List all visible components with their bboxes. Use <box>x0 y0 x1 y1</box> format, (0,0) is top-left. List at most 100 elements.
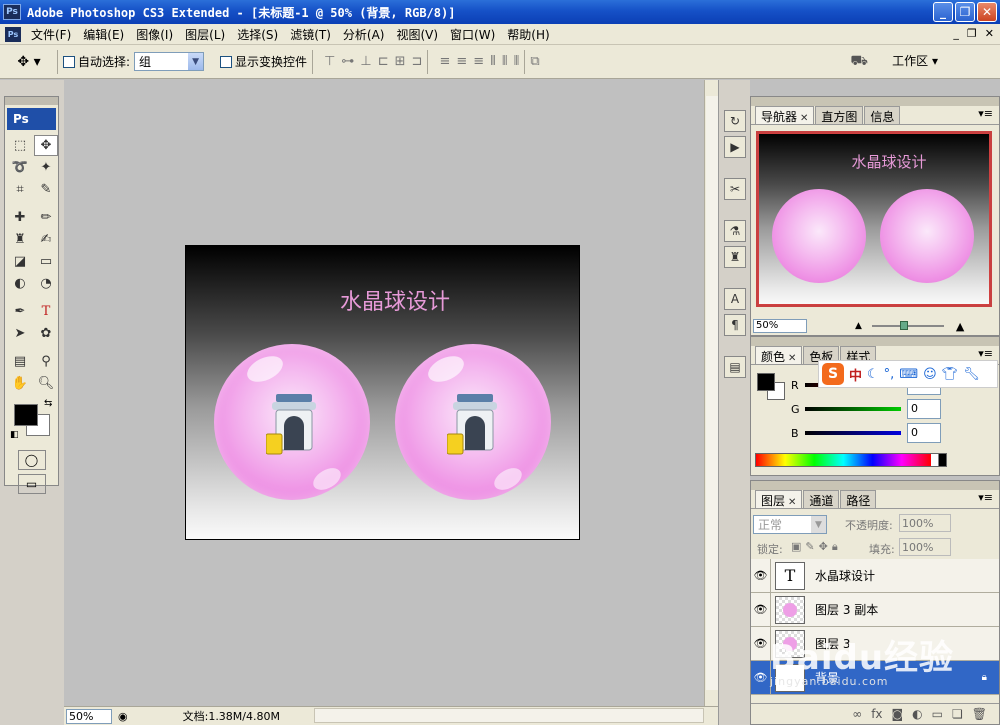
green-value[interactable]: 0 <box>907 399 941 419</box>
menu-filter[interactable]: 滤镜(T) <box>284 26 337 43</box>
adjustment-layer-icon[interactable]: ◐ <box>912 707 922 721</box>
sogou-logo-icon[interactable]: S <box>822 363 844 385</box>
history-panel-icon[interactable]: ↻ <box>724 110 746 132</box>
menu-file[interactable]: 文件(F) <box>25 26 77 43</box>
blend-mode-dropdown[interactable]: 正常 ▼ <box>753 515 827 534</box>
menu-edit[interactable]: 编辑(E) <box>77 26 130 43</box>
doc-close-button[interactable]: ✕ <box>985 27 994 40</box>
layer-comps-icon[interactable]: ▤ <box>724 356 746 378</box>
layer-row-layer3-copy[interactable]: 👁︎ 图层 3 副本 <box>751 592 999 627</box>
status-info-icon[interactable]: ◉ <box>118 710 128 723</box>
menu-view[interactable]: 视图(V) <box>390 26 444 43</box>
bridge-icon[interactable]: ⛟ <box>850 53 868 71</box>
link-layers-icon[interactable]: ∞ <box>852 707 862 721</box>
close-icon[interactable]: ✕ <box>800 113 808 124</box>
panel-grip[interactable] <box>751 481 999 490</box>
quick-mask-button[interactable]: ◯ <box>17 450 46 470</box>
tab-channels[interactable]: 通道 <box>803 490 840 508</box>
distribute-left-icon[interactable]: ⦀ <box>490 54 496 69</box>
zoom-slider-handle[interactable] <box>899 321 908 330</box>
doc-restore-button[interactable]: ❐ <box>967 27 977 40</box>
type-tool-icon[interactable]: T <box>34 301 58 322</box>
blur-tool-icon[interactable]: ◐ <box>8 273 32 294</box>
menu-select[interactable]: 选择(S) <box>231 26 284 43</box>
green-slider[interactable] <box>805 407 901 411</box>
panel-menu-icon[interactable]: ▾≡ <box>978 491 993 504</box>
tab-color[interactable]: 颜色 ✕ <box>755 346 803 364</box>
eye-icon[interactable]: 👁︎ <box>751 660 771 695</box>
zoom-in-icon[interactable]: ▲ <box>956 320 964 333</box>
opacity-field[interactable]: 100% <box>899 514 951 532</box>
marquee-tool-icon[interactable]: ⬚ <box>8 135 32 156</box>
tab-histogram[interactable]: 直方图 <box>815 106 864 124</box>
panel-grip[interactable] <box>751 97 999 106</box>
align-left-icon[interactable]: ⊏ <box>378 54 389 69</box>
view-box[interactable] <box>758 133 990 305</box>
layer-mask-icon[interactable]: ◙ <box>892 707 904 721</box>
blue-value[interactable]: 0 <box>907 423 941 443</box>
close-icon[interactable]: ✕ <box>788 353 796 364</box>
align-hcenter-icon[interactable]: ⊞ <box>395 54 406 69</box>
fill-field[interactable]: 100% <box>899 538 951 556</box>
screen-mode-button[interactable]: ▭ <box>17 474 46 494</box>
distribute-bottom-icon[interactable]: ≡ <box>473 54 484 69</box>
user-icon[interactable]: ☺ <box>923 367 937 382</box>
align-vcenter-icon[interactable]: ⊶ <box>341 54 354 69</box>
blue-slider[interactable] <box>805 431 901 435</box>
auto-select-checkbox[interactable] <box>63 55 75 68</box>
wrench-icon[interactable]: 🔧︎ <box>963 367 980 382</box>
crop-tool-icon[interactable]: ⌗ <box>8 179 32 200</box>
dodge-tool-icon[interactable]: ◔ <box>34 273 58 294</box>
ps-badge[interactable]: Ps <box>7 108 56 130</box>
auto-align-icon[interactable]: ⧉ <box>530 54 539 69</box>
move-tool-icon[interactable]: ✥ <box>34 135 58 156</box>
menu-layer[interactable]: 图层(L) <box>179 26 231 43</box>
brush-tool-icon[interactable]: ✏ <box>34 207 58 228</box>
navigator-zoom-field[interactable]: 50% <box>753 319 807 333</box>
tab-layers[interactable]: 图层 ✕ <box>755 490 803 508</box>
align-top-icon[interactable]: ⊤ <box>324 54 335 69</box>
clone-source-icon[interactable]: ♜ <box>724 246 746 268</box>
layer-style-icon[interactable]: fx <box>871 707 882 721</box>
eye-icon[interactable]: 👁︎ <box>751 592 771 627</box>
vertical-scrollbar[interactable] <box>704 80 718 706</box>
new-group-icon[interactable]: ▭ <box>932 707 943 721</box>
healing-brush-tool-icon[interactable]: ✚ <box>8 207 32 228</box>
paragraph-panel-icon[interactable]: ¶ <box>724 314 746 336</box>
distribute-vcenter-icon[interactable]: ≡ <box>456 54 467 69</box>
toolbox-grip[interactable] <box>5 97 58 105</box>
notes-tool-icon[interactable]: ▤ <box>8 351 32 372</box>
eye-icon[interactable]: 👁︎ <box>751 558 771 593</box>
punctuation-icon[interactable]: °, <box>884 367 895 382</box>
menu-image[interactable]: 图像(I) <box>130 26 179 43</box>
tool-presets-icon[interactable]: ✂ <box>724 178 746 200</box>
eraser-tool-icon[interactable]: ◪ <box>8 251 32 272</box>
tab-navigator[interactable]: 导航器 ✕ <box>755 106 815 124</box>
vertical-scroll-thumb[interactable] <box>706 96 718 690</box>
ime-mode-toggle[interactable]: 中 <box>849 365 862 384</box>
hand-tool-icon[interactable]: ✋ <box>8 373 32 394</box>
align-bottom-icon[interactable]: ⊥ <box>360 54 371 69</box>
keyboard-icon[interactable]: ⌨ <box>899 367 918 382</box>
close-icon[interactable]: ✕ <box>788 497 796 508</box>
new-layer-icon[interactable]: ❏ <box>952 707 963 721</box>
menu-analysis[interactable]: 分析(A) <box>337 26 391 43</box>
navigator-zoom-slider[interactable] <box>871 321 944 330</box>
path-selection-tool-icon[interactable]: ➤ <box>8 323 32 344</box>
panel-menu-icon[interactable]: ▾≡ <box>978 107 993 120</box>
distribute-hcenter-icon[interactable]: ⦀ <box>502 54 508 69</box>
clone-stamp-tool-icon[interactable]: ♜ <box>8 229 32 250</box>
document-canvas[interactable]: 水晶球设计 <box>185 245 580 540</box>
layer-row-text[interactable]: 👁︎ T 水晶球设计 <box>751 558 999 593</box>
character-panel-icon[interactable]: A <box>724 288 746 310</box>
zoom-out-icon[interactable]: ▲ <box>855 321 862 331</box>
skin-icon[interactable]: 👕︎ <box>942 367 959 382</box>
zoom-tool-icon[interactable]: 🔍︎ <box>34 373 58 394</box>
auto-select-dropdown[interactable]: 组 ▼ <box>134 52 205 71</box>
status-zoom-field[interactable]: 50% <box>66 708 112 724</box>
foreground-color-swatch[interactable] <box>14 404 38 426</box>
slice-tool-icon[interactable]: ✎ <box>34 179 58 200</box>
show-transform-checkbox[interactable] <box>220 55 233 68</box>
menu-window[interactable]: 窗口(W) <box>444 26 501 43</box>
panel-grip[interactable] <box>751 337 999 346</box>
